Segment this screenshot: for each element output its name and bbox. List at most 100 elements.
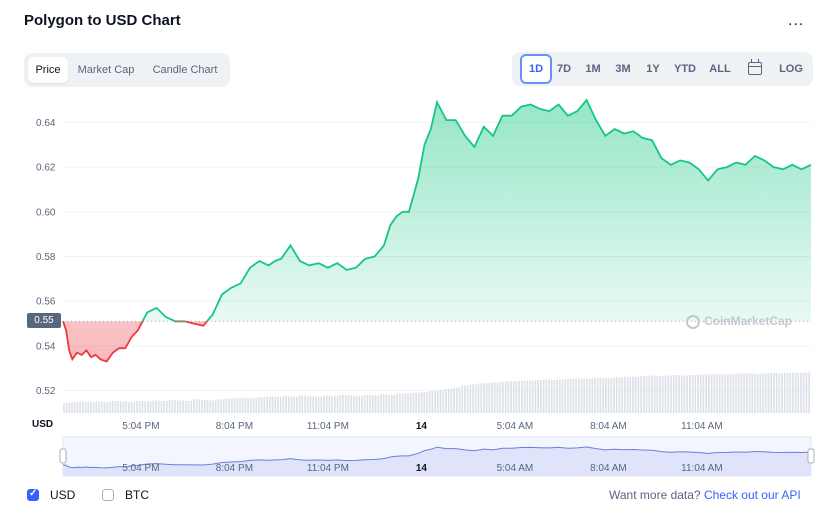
volume-bar (640, 376, 642, 413)
navigator-handle (59, 448, 67, 464)
volume-bar (418, 392, 420, 413)
volume-bar (661, 376, 664, 413)
volume-bar (637, 376, 640, 413)
volume-bar (312, 395, 315, 413)
volume-bar (653, 375, 656, 413)
volume-bar (485, 382, 488, 413)
volume-bar (133, 402, 136, 413)
volume-bar (800, 372, 802, 413)
volume-bar (128, 402, 130, 413)
volume-bar (626, 376, 629, 413)
volume-bar (163, 400, 165, 413)
volume-bar (767, 373, 770, 413)
volume-bar (586, 378, 588, 413)
volume-bar (190, 400, 193, 413)
volume-bar (781, 373, 783, 413)
usd-label[interactable]: USD (50, 488, 75, 502)
volume-bar (556, 380, 558, 413)
volume-bar (510, 381, 512, 413)
volume-bar (342, 394, 344, 413)
volume-bar (667, 375, 670, 413)
volume-bar (618, 377, 621, 413)
volume-bar (160, 400, 163, 413)
volume-bar (301, 395, 304, 413)
navigator-tick-label: 5:04 AM (497, 463, 534, 474)
volume-bar (737, 373, 740, 413)
volume-bar (686, 375, 689, 413)
volume-bar (762, 373, 764, 413)
navigator-tick-label: 5:04 PM (122, 463, 159, 474)
y-tick-label: 0.56 (36, 297, 56, 308)
volume-bar (697, 374, 699, 413)
volume-bar (656, 376, 659, 413)
volume-bar (632, 376, 634, 413)
volume-bar (458, 387, 461, 413)
navigator-handle (807, 448, 815, 464)
volume-bar (250, 398, 252, 413)
y-tick-label: 0.52 (36, 386, 56, 397)
volume-bar (455, 387, 458, 413)
volume-bar (670, 375, 672, 413)
volume-bar (90, 402, 92, 413)
volume-bar (152, 400, 155, 413)
volume-bar (209, 400, 212, 413)
volume-bar (76, 402, 79, 413)
volume-bar (648, 375, 651, 413)
volume-bar (526, 380, 529, 413)
volume-bar (773, 372, 775, 413)
volume-bar (502, 381, 504, 413)
volume-bar (371, 395, 374, 413)
y-tick-label: 0.58 (36, 252, 56, 263)
btc-label[interactable]: BTC (125, 488, 149, 502)
volume-bar (130, 402, 133, 413)
volume-bar (651, 375, 653, 413)
volume-bar (155, 400, 157, 413)
volume-bar (306, 395, 309, 413)
btc-checkbox[interactable] (102, 489, 114, 501)
api-link[interactable]: Check out our API (704, 488, 801, 502)
navigator-tick-label: 14 (416, 463, 428, 474)
volume-bar (380, 394, 382, 413)
volume-bar (138, 400, 141, 413)
volume-bar (545, 379, 548, 413)
volume-bar (98, 401, 100, 413)
volume-bar (220, 399, 222, 413)
volume-bar (214, 400, 217, 413)
price-chart[interactable]: 0.64 0.62 0.60 0.58 0.56 0.54 0.52 5:04 PM 8:04… (0, 0, 826, 519)
volume-bar (195, 399, 198, 413)
volume-bar (699, 374, 702, 413)
volume-bar (786, 372, 789, 413)
volume-bar (428, 391, 431, 413)
y-axis-ticks: 0.64 0.62 0.60 0.58 0.56 0.54 0.52 (36, 118, 56, 397)
volume-bar (499, 382, 502, 413)
volume-bar (73, 402, 76, 413)
volume-bar (184, 400, 187, 413)
volume-bar (675, 375, 678, 413)
volume-bar (447, 388, 450, 413)
usd-checkbox[interactable] (27, 488, 39, 501)
volume-bar (680, 375, 683, 413)
volume-bars (63, 372, 810, 413)
volume-bar (577, 378, 580, 413)
volume-bar (450, 388, 453, 413)
volume-bar (285, 395, 287, 413)
volume-bar (512, 381, 515, 413)
volume-bar (282, 395, 285, 413)
volume-bar (642, 376, 645, 413)
volume-bar (106, 402, 109, 413)
volume-bar (461, 385, 464, 413)
volume-bar (778, 373, 781, 413)
volume-bar (683, 375, 686, 413)
x-tick-label: 8:04 AM (590, 421, 627, 432)
volume-bar (117, 400, 119, 413)
volume-bar (407, 393, 409, 413)
volume-bar (323, 395, 325, 413)
volume-bar (203, 399, 206, 413)
y-tick-label: 0.60 (36, 207, 56, 218)
volume-bar (296, 396, 298, 413)
volume-bar (233, 398, 236, 413)
volume-bar (615, 377, 618, 413)
volume-bar (377, 395, 380, 413)
volume-bar (331, 395, 334, 413)
volume-bar (236, 398, 239, 413)
